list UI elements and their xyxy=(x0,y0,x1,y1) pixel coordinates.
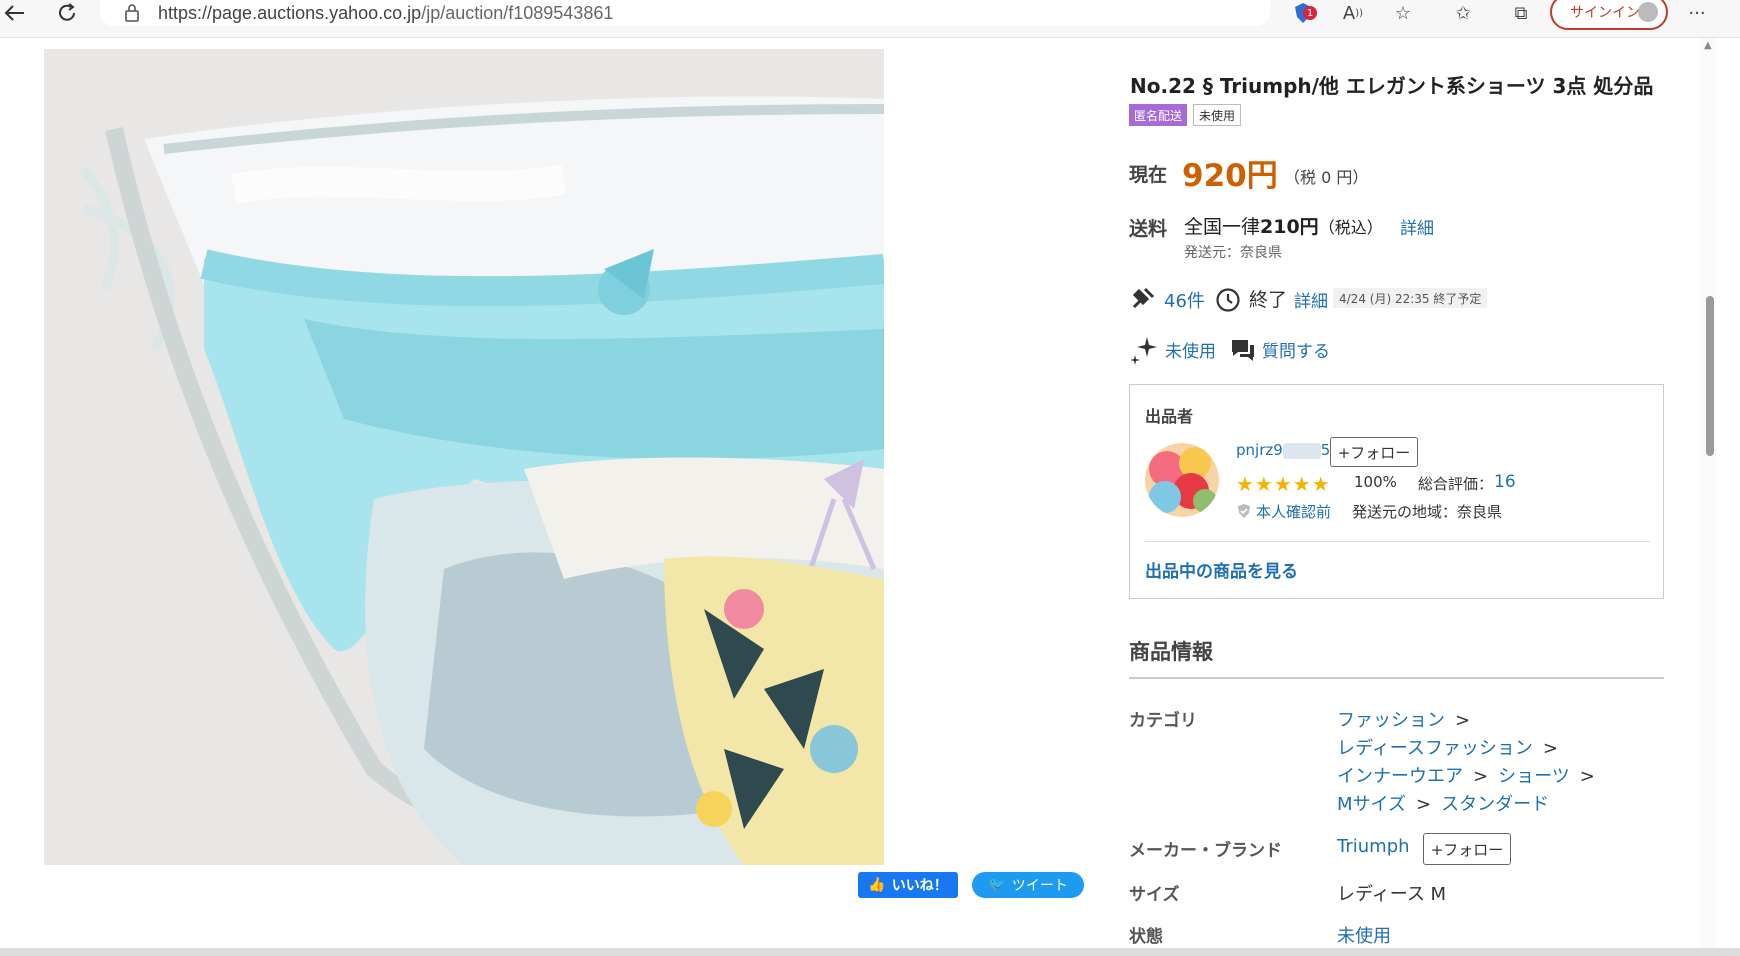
brand-link[interactable]: Triumph xyxy=(1337,836,1410,857)
auction-status: 終了 xyxy=(1249,289,1288,311)
thumbs-up-icon: 👍 xyxy=(868,877,886,893)
divider xyxy=(1129,677,1664,679)
shipping-label: 送料 xyxy=(1129,218,1168,240)
product-info-heading: 商品情報 xyxy=(1129,640,1213,664)
category-label: カテゴリ xyxy=(1129,711,1197,731)
total-rating-link[interactable]: 16 xyxy=(1494,472,1516,492)
condition-label: 状態 xyxy=(1129,927,1163,947)
category-link[interactable]: インナーウエア xyxy=(1337,766,1463,787)
shipping-cost: 全国一律210円（税込） xyxy=(1184,216,1383,238)
tweet-label: ツイート xyxy=(1011,878,1068,894)
anonymous-shipping-tag: 匿名配送 xyxy=(1129,104,1188,126)
shield-extension-icon[interactable]: 1 xyxy=(1288,0,1318,26)
condition-value-link[interactable]: 未使用 xyxy=(1337,922,1391,948)
sparkle-icon xyxy=(1130,337,1157,365)
end-date: 4/24 (月) 22:35 終了予定 xyxy=(1333,288,1488,308)
status-bar xyxy=(0,948,1740,956)
ship-from: 発送元：奈良県 xyxy=(1184,245,1282,261)
product-image[interactable] xyxy=(44,49,884,865)
category-breadcrumb-4: Mサイズ > スタンダード xyxy=(1337,794,1550,815)
tax-note: （税 0 円） xyxy=(1284,168,1369,187)
unused-tag: 未使用 xyxy=(1193,104,1242,126)
follow-seller-button[interactable]: +フォロー xyxy=(1330,437,1418,467)
seller-avatar[interactable] xyxy=(1145,443,1219,517)
category-link[interactable]: Mサイズ xyxy=(1337,794,1406,815)
good-rating-percent: 100% xyxy=(1354,473,1397,491)
category-link[interactable]: ショーツ xyxy=(1498,766,1570,787)
total-rating-label: 総合評価： xyxy=(1418,475,1494,493)
favorites-icon[interactable]: ✩ xyxy=(1448,0,1478,26)
category-breadcrumb-2: レディースファッション > xyxy=(1337,738,1558,759)
url-text: https://page.auctions.yahoo.co.jp/jp/auc… xyxy=(158,2,614,23)
shipping-detail-link[interactable]: 詳細 xyxy=(1400,214,1434,239)
facebook-like-button[interactable]: 👍 いいね！ xyxy=(858,872,958,898)
category-breadcrumb-1: ファッション > xyxy=(1337,710,1471,731)
category-link[interactable]: ファッション xyxy=(1337,710,1445,731)
gavel-icon xyxy=(1132,287,1155,309)
size-value: レディース M xyxy=(1337,884,1447,905)
category-breadcrumb-3: インナーウエア > ショーツ > xyxy=(1337,766,1595,787)
scrollbar-thumb[interactable] xyxy=(1706,296,1714,456)
lock-icon xyxy=(125,4,139,22)
add-favorite-icon[interactable]: ☆ xyxy=(1388,0,1418,26)
twitter-bird-icon: 🐦 xyxy=(988,877,1006,893)
scrollbar-track[interactable] xyxy=(1700,38,1716,948)
blurred-name xyxy=(1282,442,1321,459)
read-aloud-icon[interactable]: A)) xyxy=(1338,0,1368,26)
size-label: サイズ xyxy=(1129,885,1180,905)
like-label: いいね！ xyxy=(891,878,948,894)
seller-region: 発送元の地域：奈良県 xyxy=(1352,503,1503,521)
more-menu-icon[interactable]: ··· xyxy=(1682,0,1712,26)
profile-icon xyxy=(1638,2,1658,22)
price-label: 現在 xyxy=(1129,164,1168,186)
scroll-up-icon[interactable]: ▲ xyxy=(1704,40,1712,51)
product-title: No.22 § Triumph/他 エレガント系ショーツ 3点 処分品 xyxy=(1130,74,1654,98)
signin-button[interactable]: サインイン xyxy=(1550,0,1668,30)
notification-badge: 1 xyxy=(1303,6,1317,20)
category-link[interactable]: スタンダード xyxy=(1441,794,1549,815)
seller-name-link[interactable]: pnjrz9 5 xyxy=(1236,441,1330,459)
ask-question-link[interactable]: 質問する xyxy=(1262,337,1330,362)
seller-heading: 出品者 xyxy=(1145,407,1194,426)
category-link[interactable]: レディースファッション xyxy=(1337,738,1533,759)
collections-icon[interactable]: ⧉ xyxy=(1506,0,1536,26)
address-bar[interactable]: https://page.auctions.yahoo.co.jp/jp/auc… xyxy=(100,0,1270,26)
current-price: 920円 xyxy=(1182,158,1278,194)
status-detail-link[interactable]: 詳細 xyxy=(1294,287,1328,312)
divider xyxy=(1145,541,1650,542)
verify-shield-icon xyxy=(1238,504,1250,518)
reload-icon[interactable] xyxy=(52,0,82,26)
chat-bubble-icon xyxy=(1232,340,1254,361)
rating-stars-icon: ★★★★★ xyxy=(1236,472,1331,496)
follow-brand-button[interactable]: +フォロー xyxy=(1423,833,1511,865)
identity-unverified-link[interactable]: 本人確認前 xyxy=(1256,501,1331,522)
seller-items-link[interactable]: 出品中の商品を見る xyxy=(1145,557,1298,582)
clock-icon xyxy=(1216,288,1240,312)
seller-card: 出品者 pnjrz9 5 +フォロー ★★★★★ 100% 総合評価： 16 本人… xyxy=(1129,384,1664,599)
brand-label: メーカー・ブランド xyxy=(1129,841,1282,861)
back-arrow-icon[interactable] xyxy=(0,0,30,26)
bid-count-link[interactable]: 46件 xyxy=(1164,287,1205,313)
browser-toolbar: https://page.auctions.yahoo.co.jp/jp/auc… xyxy=(0,0,1740,38)
condition-link[interactable]: 未使用 xyxy=(1165,337,1216,362)
tweet-button[interactable]: 🐦 ツイート xyxy=(972,872,1084,898)
